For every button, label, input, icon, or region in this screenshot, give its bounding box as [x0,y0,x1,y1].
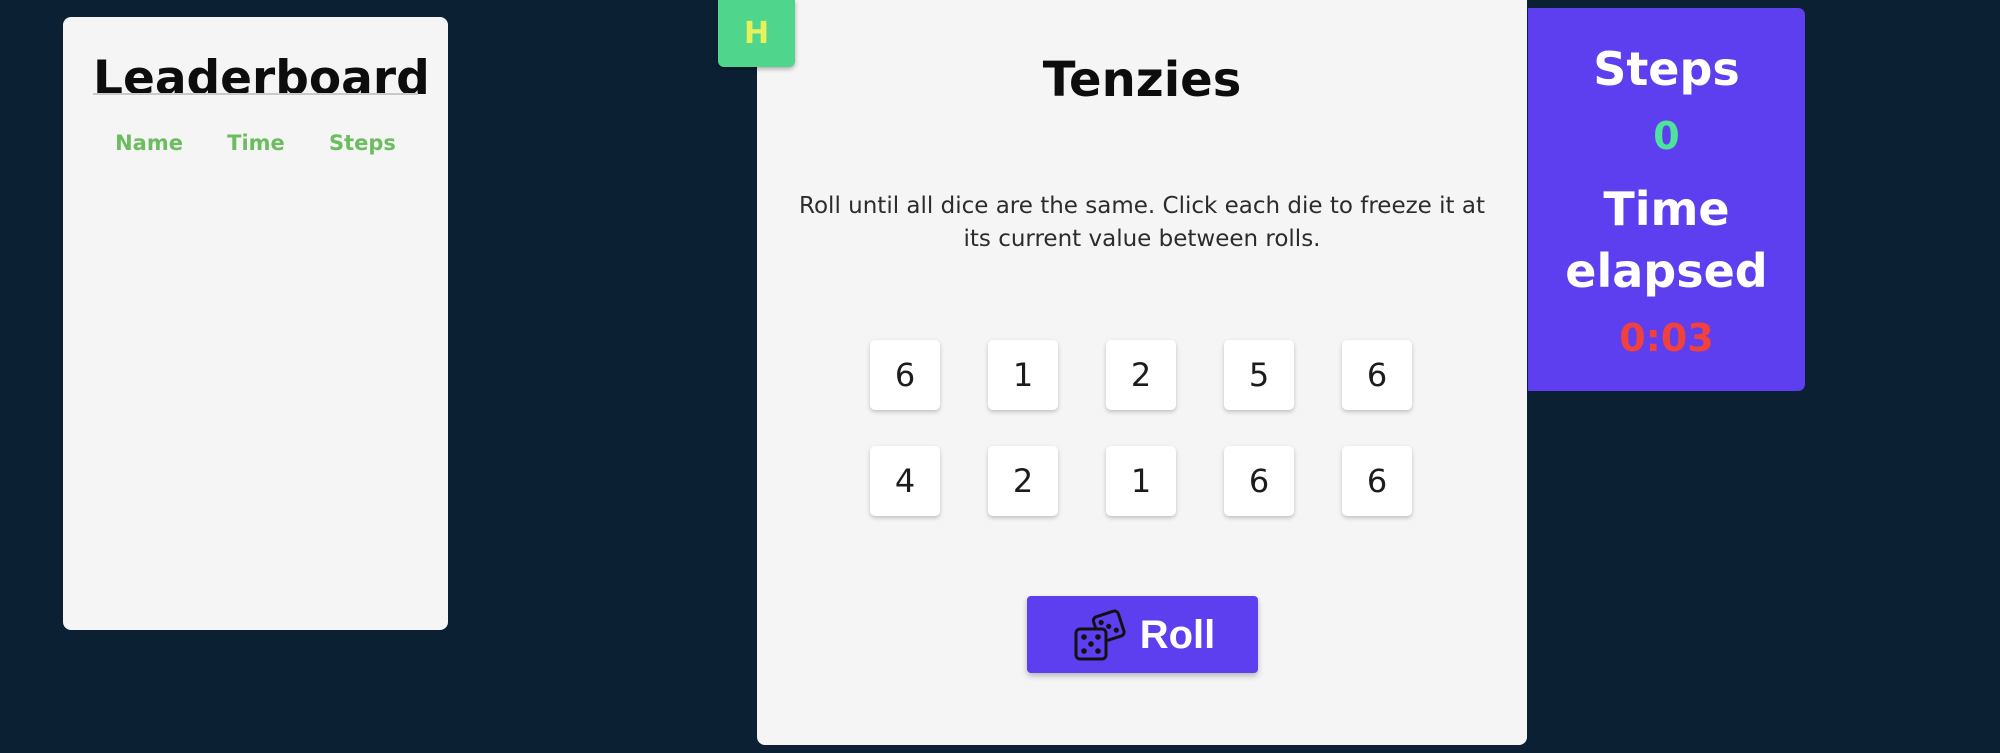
die-10[interactable]: 6 [1342,446,1412,516]
leaderboard-header-row: Name Time Steps [93,129,418,157]
leaderboard-column-name: Name [115,131,183,155]
time-elapsed-value: 0:03 [1619,316,1714,360]
hint-badge[interactable]: H [718,0,795,67]
dice-grid: 6 1 2 5 6 4 2 1 6 6 [870,340,1412,516]
game-card: Tenzies Roll until all dice are the same… [757,0,1527,745]
die-4[interactable]: 5 [1224,340,1294,410]
die-7[interactable]: 2 [988,446,1058,516]
die-2[interactable]: 1 [988,340,1058,410]
game-instructions: Roll until all dice are the same. Click … [799,193,1485,252]
die-8[interactable]: 1 [1106,446,1176,516]
die-9[interactable]: 6 [1224,446,1294,516]
leaderboard-title: Leaderboard [93,51,430,106]
leaderboard-column-steps: Steps [328,131,396,155]
stats-panel: Steps 0 Time elapsed 0:03 [1528,8,1805,391]
die-1[interactable]: 6 [870,340,940,410]
leaderboard-column-time: Time [227,131,285,155]
roll-button[interactable]: Roll [1027,596,1258,673]
die-6[interactable]: 4 [870,446,940,516]
leaderboard-divider [93,93,418,95]
game-title: Tenzies [1042,52,1242,108]
roll-button-label: Roll [1139,612,1216,657]
die-5[interactable]: 6 [1342,340,1412,410]
steps-label: Steps [1593,42,1740,96]
steps-value: 0 [1653,114,1680,158]
die-3[interactable]: 2 [1106,340,1176,410]
dice-icon [1074,609,1126,660]
leaderboard-panel: Leaderboard Name Time Steps [63,17,448,630]
time-elapsed-label: Time elapsed [1565,182,1768,298]
